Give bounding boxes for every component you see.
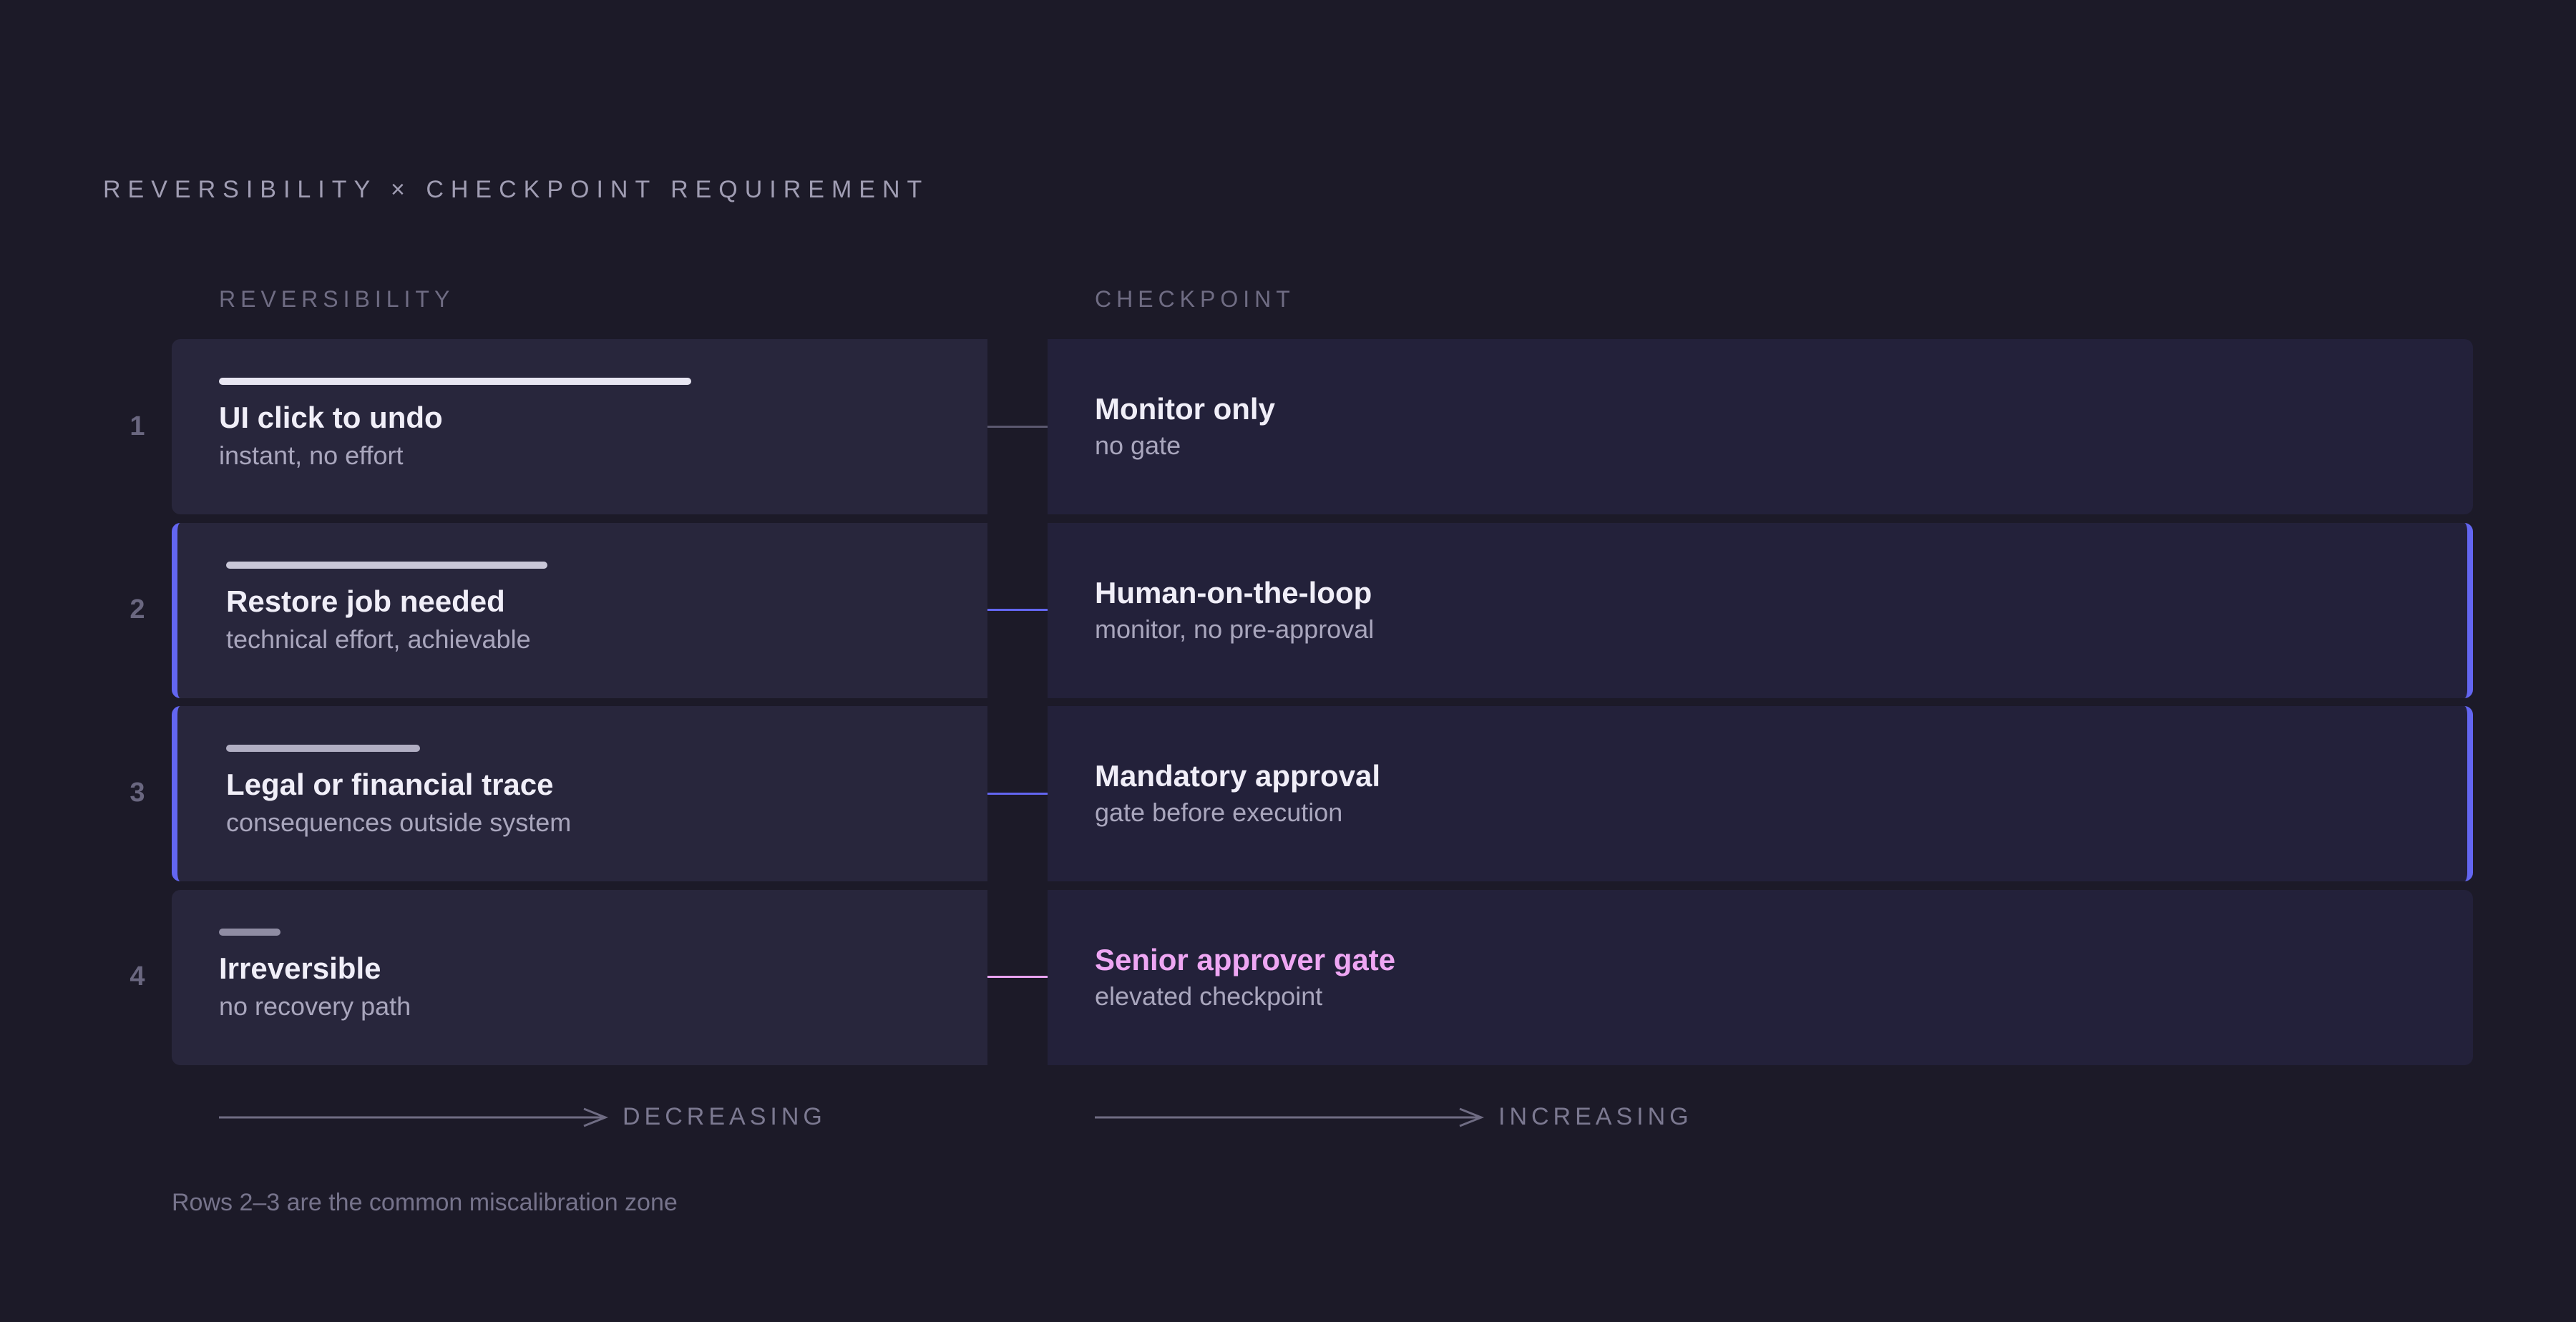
reversibility-title: Irreversible [219,951,381,985]
reversibility-subtitle: technical effort, achievable [226,625,531,654]
decreasing-arrow-icon [219,1107,609,1127]
checkpoint-card: Senior approver gate elevated checkpoint [1048,890,2473,1065]
checkpoint-subtitle: elevated checkpoint [1095,981,1323,1011]
row-number: 3 [130,778,145,808]
diagram-title: REVERSIBILITY × CHECKPOINT REQUIREMENT [103,176,930,203]
checkpoint-title: Human-on-the-loop [1095,576,1372,609]
row-connector [987,426,1048,428]
reversibility-card: UI click to undo instant, no effort [172,339,987,514]
column-header-checkpoint: CHECKPOINT [1095,286,1295,312]
checkpoint-subtitle: monitor, no pre-approval [1095,615,1375,644]
reversibility-card: Legal or financial trace consequences ou… [172,706,987,881]
row-number: 2 [130,594,145,625]
checkpoint-card: Monitor only no gate [1048,339,2473,514]
increasing-arrow-icon [1095,1107,1485,1127]
axis-label-decreasing: DECREASING [623,1103,826,1130]
reversibility-subtitle: no recovery path [219,991,411,1021]
row-connector [987,609,1048,611]
row-connector [987,976,1048,978]
footnote: Rows 2–3 are the common miscalibration z… [172,1189,678,1216]
row-connector [987,793,1048,795]
checkpoint-card: Mandatory approval gate before execution [1048,706,2473,881]
checkpoint-title: Senior approver gate [1095,943,1396,976]
checkpoint-card: Human-on-the-loop monitor, no pre-approv… [1048,523,2473,698]
row-number: 4 [130,961,145,991]
reversibility-subtitle: instant, no effort [219,441,404,470]
reversibility-level-bar [219,378,691,385]
axis-label-increasing: INCREASING [1498,1103,1693,1130]
checkpoint-subtitle: no gate [1095,431,1181,460]
reversibility-title: Legal or financial trace [226,768,554,801]
column-header-reversibility: REVERSIBILITY [219,286,455,312]
reversibility-subtitle: consequences outside system [226,808,572,837]
reversibility-level-bar [219,929,280,936]
reversibility-level-bar [226,745,420,752]
row-number: 1 [130,411,145,441]
reversibility-title: UI click to undo [219,401,443,434]
reversibility-card: Restore job needed technical effort, ach… [172,523,987,698]
checkpoint-title: Monitor only [1095,392,1275,426]
reversibility-level-bar [226,562,547,569]
checkpoint-title: Mandatory approval [1095,759,1381,793]
checkpoint-subtitle: gate before execution [1095,798,1343,827]
reversibility-card: Irreversible no recovery path [172,890,987,1065]
reversibility-title: Restore job needed [226,584,505,618]
